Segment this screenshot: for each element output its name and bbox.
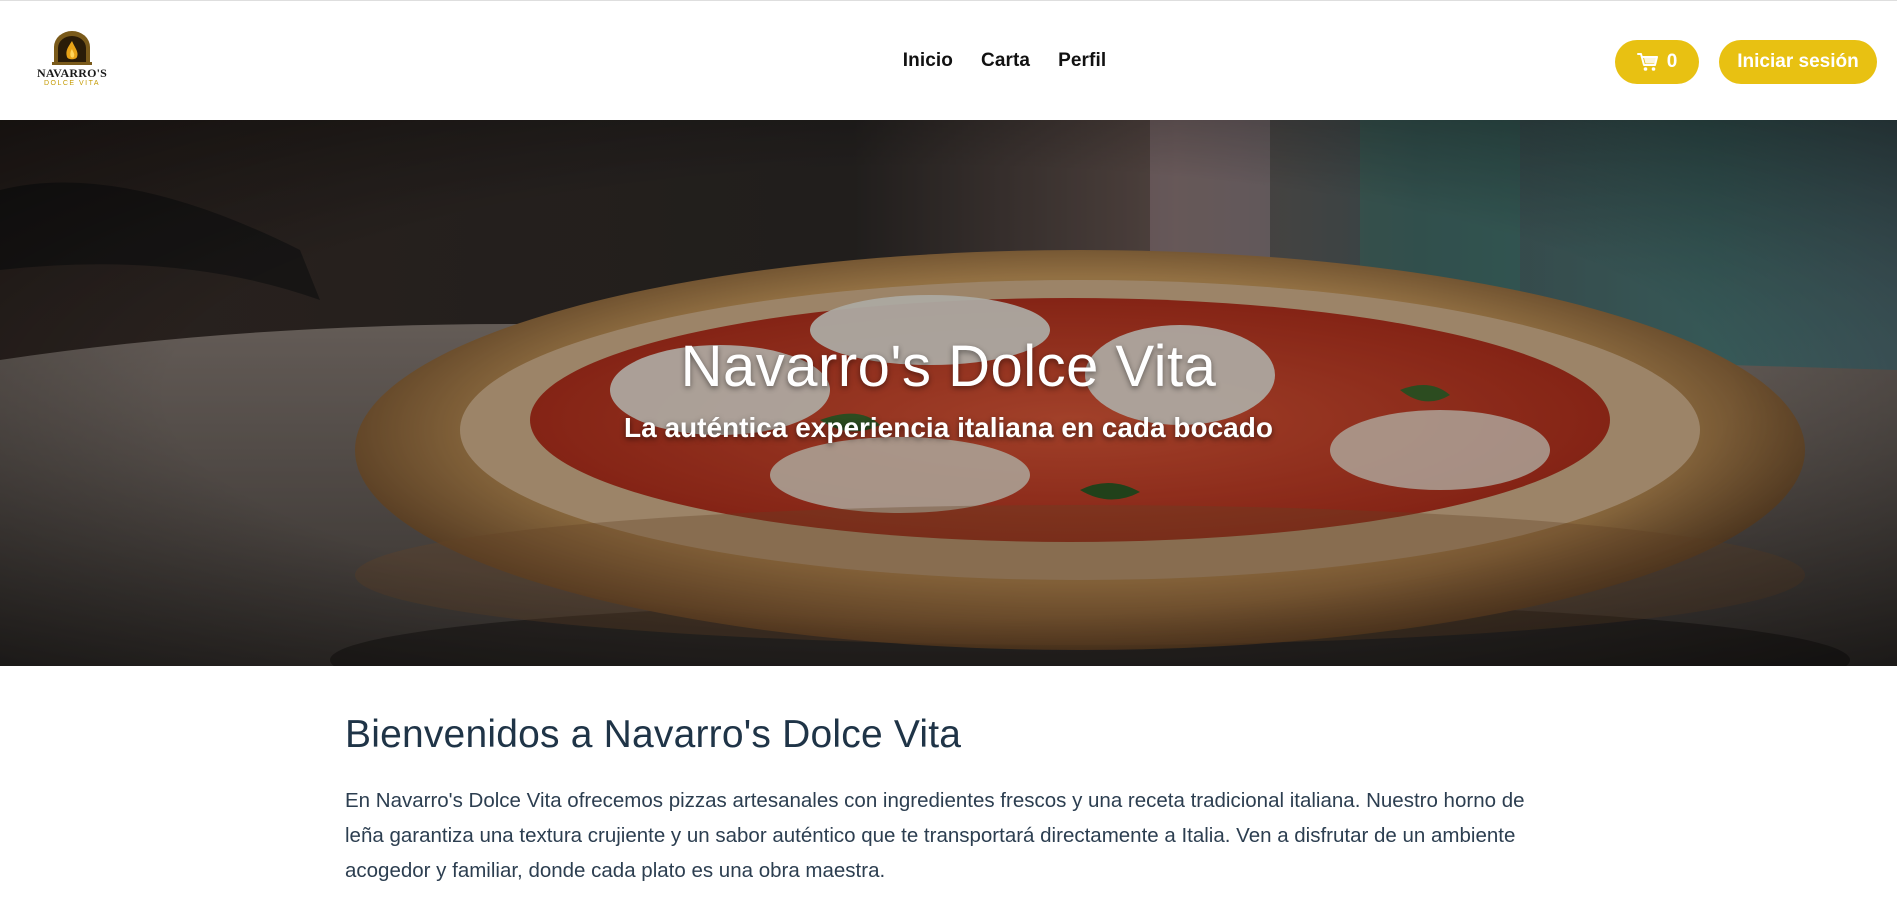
brand-logo[interactable]: NAVARRO'S DOLCE VITA — [34, 29, 110, 91]
cart-count: 0 — [1666, 51, 1678, 72]
hero-banner: Navarro's Dolce Vita La auténtica experi… — [0, 120, 1897, 666]
cart-button[interactable]: 0 — [1615, 40, 1699, 84]
main-navigation: Inicio Carta Perfil — [0, 1, 1897, 121]
login-button[interactable]: Iniciar sesión — [1719, 40, 1877, 84]
nav-link-inicio[interactable]: Inicio — [903, 50, 953, 72]
nav-link-perfil[interactable]: Perfil — [1058, 50, 1106, 72]
cart-icon — [1636, 53, 1658, 71]
hero-subtitle: La auténtica experiencia italiana en cad… — [624, 412, 1273, 443]
nav-link-carta[interactable]: Carta — [981, 50, 1030, 72]
welcome-heading: Bienvenidos a Navarro's Dolce Vita — [345, 713, 962, 756]
welcome-paragraph: En Navarro's Dolce Vita ofrecemos pizzas… — [345, 789, 1525, 882]
welcome-section: Bienvenidos a Navarro's Dolce Vita En Na… — [345, 713, 1555, 888]
header-actions: 0 Iniciar sesión — [1615, 40, 1877, 84]
logo-tagline: DOLCE VITA — [43, 80, 101, 87]
hero-title: Navarro's Dolce Vita — [680, 334, 1217, 399]
logo-wordmark: NAVARRO'S — [36, 66, 108, 80]
oven-flame-icon — [52, 31, 92, 65]
site-header: NAVARRO'S DOLCE VITA Inicio Carta Perfil… — [0, 0, 1897, 120]
